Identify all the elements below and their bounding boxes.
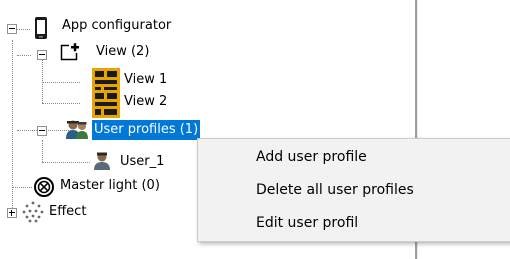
add-window-icon (60, 42, 80, 66)
tree-connector (42, 103, 80, 104)
view-layout-icon (92, 90, 120, 122)
user-icon (92, 151, 112, 175)
phone-icon (34, 16, 48, 44)
users-icon (64, 119, 90, 145)
tree-connector (12, 40, 13, 210)
tree-connector (42, 140, 43, 162)
context-menu: Add user profile Delete all user profile… (197, 138, 510, 242)
tree-node-user-1[interactable]: User_1 (118, 152, 166, 172)
tree-connector (42, 162, 90, 163)
tree-node-user-profiles[interactable]: User profiles (1) (92, 120, 201, 140)
tree-connector (12, 187, 32, 188)
tree-node-view-1[interactable]: View 1 (122, 70, 169, 90)
effect-dots-icon (22, 201, 44, 227)
menu-item-add-user-profile[interactable]: Add user profile (198, 142, 510, 172)
tree-node-effect[interactable]: Effect (47, 202, 88, 222)
root-expander[interactable] (7, 24, 17, 34)
tree-connector (42, 82, 80, 83)
master-light-icon (33, 176, 55, 202)
menu-item-delete-all-user-profiles[interactable]: Delete all user profiles (198, 175, 510, 205)
tree-node-master-light[interactable]: Master light (0) (58, 176, 162, 196)
effect-expander[interactable] (7, 208, 17, 218)
tree-node-app-configurator[interactable]: App configurator (60, 16, 173, 36)
tree-connector (17, 55, 31, 56)
tree-node-view-group[interactable]: View (2) (94, 42, 151, 62)
menu-item-edit-user-profile[interactable]: Edit user profil (198, 208, 510, 238)
view-group-expander[interactable] (37, 50, 47, 60)
user-profiles-expander[interactable] (37, 126, 47, 136)
tree-node-view-2[interactable]: View 2 (122, 92, 169, 112)
